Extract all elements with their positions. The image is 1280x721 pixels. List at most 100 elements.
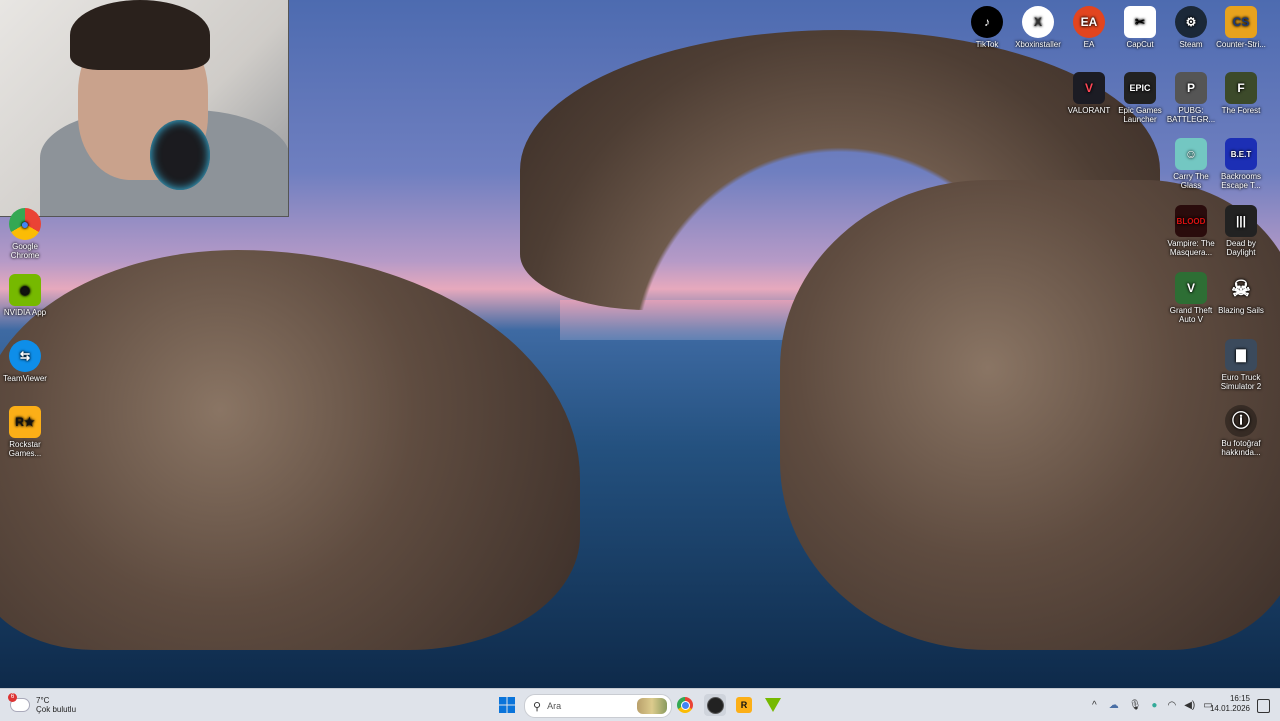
desktop-icon-label: Grand Theft Auto V bbox=[1169, 306, 1213, 324]
clock-time: 16:15 bbox=[1229, 694, 1250, 703]
desktop-icon-label: EA bbox=[1083, 40, 1095, 49]
weather-desc: Çok bulutlu bbox=[36, 705, 77, 714]
desktop-icon-label: Xboxinstaller bbox=[1015, 40, 1061, 49]
volume-icon[interactable]: ◀) bbox=[1184, 700, 1195, 711]
desktop-icon-ea[interactable]: EA EA bbox=[1064, 6, 1114, 49]
clock-date: 14.01.2026 bbox=[1209, 704, 1250, 713]
nvidia-icon bbox=[765, 698, 781, 712]
desktop-icon-label: PUBG: BATTLEGR... bbox=[1166, 106, 1216, 124]
desktop-icon-xboxinstaller[interactable]: X Xboxinstaller bbox=[1013, 6, 1063, 49]
chrome-icon: ● bbox=[9, 208, 41, 240]
steam-icon: ⚙ bbox=[1175, 6, 1207, 38]
desktop-icon-counter-strike[interactable]: CS Counter-Stri... bbox=[1216, 6, 1266, 49]
desktop-icon-label: CapCut bbox=[1126, 40, 1154, 49]
taskbar-chrome[interactable] bbox=[674, 694, 696, 716]
steam-tray-icon[interactable]: ● bbox=[1151, 700, 1157, 711]
desktop-icon-label: Vampire: The Masquera... bbox=[1167, 239, 1215, 257]
desktop-icon-capcut[interactable]: ✂ CapCut bbox=[1115, 6, 1165, 49]
taskbar-search[interactable]: ⚲ Ara bbox=[524, 694, 672, 718]
desktop-icon-epic-games[interactable]: EPIC Epic Games Launcher bbox=[1115, 72, 1165, 124]
desktop-icon-label: Euro Truck Simulator 2 bbox=[1220, 373, 1262, 391]
rockstar-icon: R bbox=[736, 697, 752, 713]
rockstar-icon: R★ bbox=[9, 406, 41, 438]
desktop-icon-label: Rockstar Games... bbox=[8, 440, 42, 458]
euro-truck-icon: ▇ bbox=[1225, 339, 1257, 371]
search-highlight-image bbox=[637, 698, 667, 714]
desktop-wallpaper: ♪ TikTok X Xboxinstaller EA EA ✂ CapCut … bbox=[0, 0, 1280, 688]
desktop-icon-valorant[interactable]: V VALORANT bbox=[1064, 72, 1114, 115]
desktop-icon-blazing-sails[interactable]: ☠ Blazing Sails bbox=[1216, 272, 1266, 315]
webcam-overlay bbox=[0, 0, 289, 217]
webcam-headphone bbox=[150, 120, 210, 190]
desktop-icon-label: Backrooms Escape T... bbox=[1220, 172, 1261, 190]
taskbar-rockstar[interactable]: R bbox=[733, 694, 755, 716]
desktop-icon-label: TikTok bbox=[975, 40, 999, 49]
obs-icon bbox=[706, 696, 724, 714]
desktop-icon-teamviewer[interactable]: ⇆ TeamViewer bbox=[0, 340, 50, 383]
chrome-icon bbox=[677, 697, 693, 713]
desktop-icon-label: Counter-Stri... bbox=[1216, 40, 1266, 49]
nvidia-icon: ◉ bbox=[9, 274, 41, 306]
desktop-icon-dead-by-daylight[interactable]: ||| Dead by Daylight bbox=[1216, 205, 1266, 257]
notification-bell-icon[interactable] bbox=[1257, 699, 1270, 713]
microphone-icon[interactable]: 🎙 bbox=[1129, 700, 1142, 711]
desktop-icon-euro-truck[interactable]: ▇ Euro Truck Simulator 2 bbox=[1216, 339, 1266, 391]
desktop-icon-pubg[interactable]: P PUBG: BATTLEGR... bbox=[1166, 72, 1216, 124]
pubg-icon: P bbox=[1175, 72, 1207, 104]
vampire-icon: BLOOD bbox=[1175, 205, 1207, 237]
desktop-icon-label: Dead by Daylight bbox=[1226, 239, 1256, 257]
xbox-icon: X bbox=[1022, 6, 1054, 38]
wallpaper-rock-left bbox=[0, 250, 580, 650]
taskbar-clock[interactable]: 16:15 14.01.2026 bbox=[1210, 694, 1250, 714]
gta-v-icon: V bbox=[1175, 272, 1207, 304]
search-placeholder: Ara bbox=[547, 701, 562, 711]
taskbar-obs[interactable] bbox=[704, 694, 726, 716]
backrooms-icon: B.E.T bbox=[1225, 138, 1257, 170]
ea-icon: EA bbox=[1073, 6, 1105, 38]
desktop-icon-about-photo[interactable]: ⓘ Bu fotoğraf hakkında... bbox=[1216, 405, 1266, 457]
desktop-icon-nvidia-app[interactable]: ◉ NVIDIA App bbox=[0, 274, 50, 317]
start-button[interactable] bbox=[496, 694, 518, 716]
blazing-sails-icon: ☠ bbox=[1231, 275, 1251, 301]
desktop-icon-label: TeamViewer bbox=[3, 374, 47, 383]
desktop-icon-tiktok[interactable]: ♪ TikTok bbox=[962, 6, 1012, 49]
about-photo-icon: ⓘ bbox=[1225, 405, 1257, 437]
desktop-icon-label: NVIDIA App bbox=[3, 308, 47, 317]
tiktok-icon: ♪ bbox=[971, 6, 1003, 38]
tray-chevron-icon[interactable]: ^ bbox=[1092, 700, 1097, 711]
taskbar-nvidia[interactable] bbox=[762, 694, 784, 716]
desktop-icon-label: Epic Games Launcher bbox=[1118, 106, 1162, 124]
weather-widget[interactable]: 6 7°C Çok bulutlu bbox=[8, 693, 77, 717]
system-tray: ^ ☁ 🎙 ● ◠ ◀) ▭ bbox=[1092, 689, 1213, 721]
search-icon: ⚲ bbox=[533, 700, 542, 713]
desktop-icon-backrooms[interactable]: B.E.T Backrooms Escape T... bbox=[1216, 138, 1266, 190]
desktop-icon-label: The Forest bbox=[1221, 106, 1261, 115]
desktop-icon-google-chrome[interactable]: ● Google Chrome bbox=[0, 208, 50, 260]
epic-games-icon: EPIC bbox=[1124, 72, 1156, 104]
taskbar: 6 7°C Çok bulutlu ⚲ Ara R ^ ☁ 🎙 ● ◠ ◀) ▭… bbox=[0, 688, 1280, 721]
desktop-icon-label: Blazing Sails bbox=[1218, 306, 1264, 315]
counter-strike-icon: CS bbox=[1225, 6, 1257, 38]
wifi-icon[interactable]: ◠ bbox=[1167, 700, 1176, 711]
desktop-icon-the-forest[interactable]: F The Forest bbox=[1216, 72, 1266, 115]
teamviewer-icon: ⇆ bbox=[9, 340, 41, 372]
desktop-icon-carry-the-glass[interactable]: ☺ Carry The Glass bbox=[1166, 138, 1216, 190]
desktop-icon-label: VALORANT bbox=[1067, 106, 1111, 115]
notification-badge: 6 bbox=[8, 693, 17, 702]
desktop-icon-rockstar-games[interactable]: R★ Rockstar Games... bbox=[0, 406, 50, 458]
webcam-person-hair bbox=[70, 0, 210, 70]
weather-temp: 7°C bbox=[36, 696, 50, 705]
desktop-icon-vampire[interactable]: BLOOD Vampire: The Masquera... bbox=[1166, 205, 1216, 257]
desktop-icon-label: Bu fotoğraf hakkında... bbox=[1221, 439, 1261, 457]
onedrive-icon[interactable]: ☁ bbox=[1109, 700, 1119, 711]
desktop-icon-steam[interactable]: ⚙ Steam bbox=[1166, 6, 1216, 49]
dead-by-daylight-icon: ||| bbox=[1225, 205, 1257, 237]
windows-start-icon bbox=[499, 697, 515, 713]
carry-the-glass-icon: ☺ bbox=[1175, 138, 1207, 170]
desktop-icon-gta-v[interactable]: V Grand Theft Auto V bbox=[1166, 272, 1216, 324]
the-forest-icon: F bbox=[1225, 72, 1257, 104]
desktop-icon-label: Steam bbox=[1179, 40, 1203, 49]
desktop-icon-label: Carry The Glass bbox=[1173, 172, 1209, 190]
cloud-icon: 6 bbox=[8, 693, 30, 712]
valorant-icon: V bbox=[1073, 72, 1105, 104]
